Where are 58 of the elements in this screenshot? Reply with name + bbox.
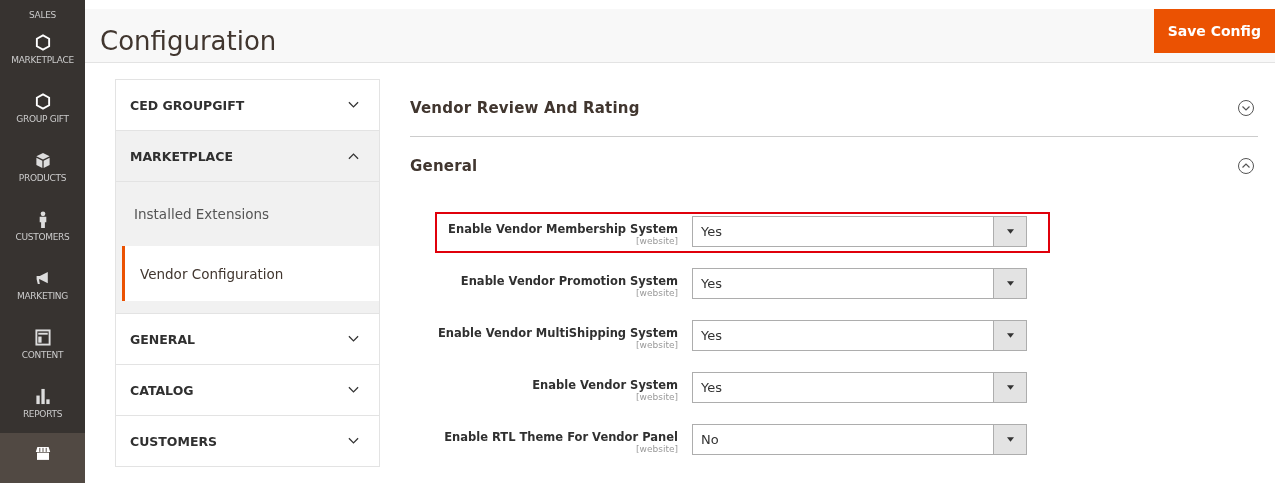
nav-item[interactable]: MARKETPLACE	[0, 20, 85, 79]
field-label: Enable Vendor MultiShipping System	[438, 326, 678, 340]
nav-label: SALES	[29, 10, 56, 20]
nav-item[interactable]: CONTENT	[0, 315, 85, 374]
nav-label: PRODUCTS	[18, 173, 67, 183]
hexagon-icon	[34, 34, 51, 51]
collapse-icon	[1237, 156, 1255, 175]
field-label: Enable RTL Theme For Vendor Panel	[444, 430, 678, 444]
select-field[interactable]: Yes	[692, 216, 1027, 247]
section-header[interactable]: General	[410, 137, 1258, 194]
scope-label: [website]	[636, 444, 678, 454]
caret-icon	[1006, 229, 1014, 234]
config-tab-group[interactable]: MARKETPLACE	[116, 131, 379, 182]
caret-icon	[1006, 333, 1014, 338]
nav-label: REPORTS	[22, 409, 63, 419]
config-tab-item[interactable]: Vendor Configuration	[122, 246, 379, 301]
caret-icon	[1006, 437, 1014, 442]
nav-item[interactable]: SALES	[0, 0, 85, 20]
storefront-icon	[34, 445, 51, 462]
select-field[interactable]: Yes	[692, 268, 1027, 299]
config-tab-item[interactable]: Installed Extensions	[116, 182, 379, 246]
field-label: Enable Vendor System	[532, 378, 678, 392]
caret-icon	[1006, 385, 1014, 390]
bar-chart-icon	[34, 388, 51, 405]
nav-label: CUSTOMERS	[15, 232, 70, 242]
page-title: Configuration	[100, 26, 277, 56]
expand-icon	[1237, 98, 1255, 117]
caret-icon	[1006, 281, 1014, 286]
chevron-down-icon	[348, 335, 359, 343]
select-field[interactable]: Yes	[692, 372, 1027, 403]
hexagon-icon	[34, 93, 51, 110]
chevron-down-icon	[348, 386, 359, 394]
select-field[interactable]: No	[692, 424, 1027, 455]
chevron-down-icon	[348, 437, 359, 445]
scope-label: [website]	[636, 392, 678, 402]
box-icon	[34, 152, 51, 169]
chevron-up-icon	[348, 152, 359, 160]
save-config-button[interactable]: Save Config	[1153, 9, 1275, 53]
scope-label: [website]	[636, 340, 678, 350]
nav-label: GROUP GIFT	[16, 114, 69, 124]
field-label: Enable Vendor Promotion System	[460, 274, 678, 288]
nav-item[interactable]: GROUP GIFT	[0, 79, 85, 138]
nav-item[interactable]: CUSTOMERS	[0, 197, 85, 256]
nav-label: MARKETING	[17, 291, 68, 301]
chevron-down-icon	[348, 101, 359, 109]
section-header[interactable]: Vendor Review And Rating	[410, 79, 1258, 136]
nav-item[interactable]	[0, 433, 85, 483]
scope-label: [website]	[636, 236, 678, 246]
nav-item[interactable]: PRODUCTS	[0, 138, 85, 197]
nav-item[interactable]: MARKETING	[0, 256, 85, 315]
nav-item[interactable]: REPORTS	[0, 374, 85, 433]
select-field[interactable]: Yes	[692, 320, 1027, 351]
nav-label: MARKETPLACE	[11, 55, 74, 65]
field-label: Enable Vendor Membership System	[448, 222, 678, 236]
scope-label: [website]	[636, 288, 678, 298]
megaphone-icon	[34, 270, 51, 287]
nav-label: CONTENT	[21, 350, 64, 360]
layout-icon	[34, 329, 51, 346]
